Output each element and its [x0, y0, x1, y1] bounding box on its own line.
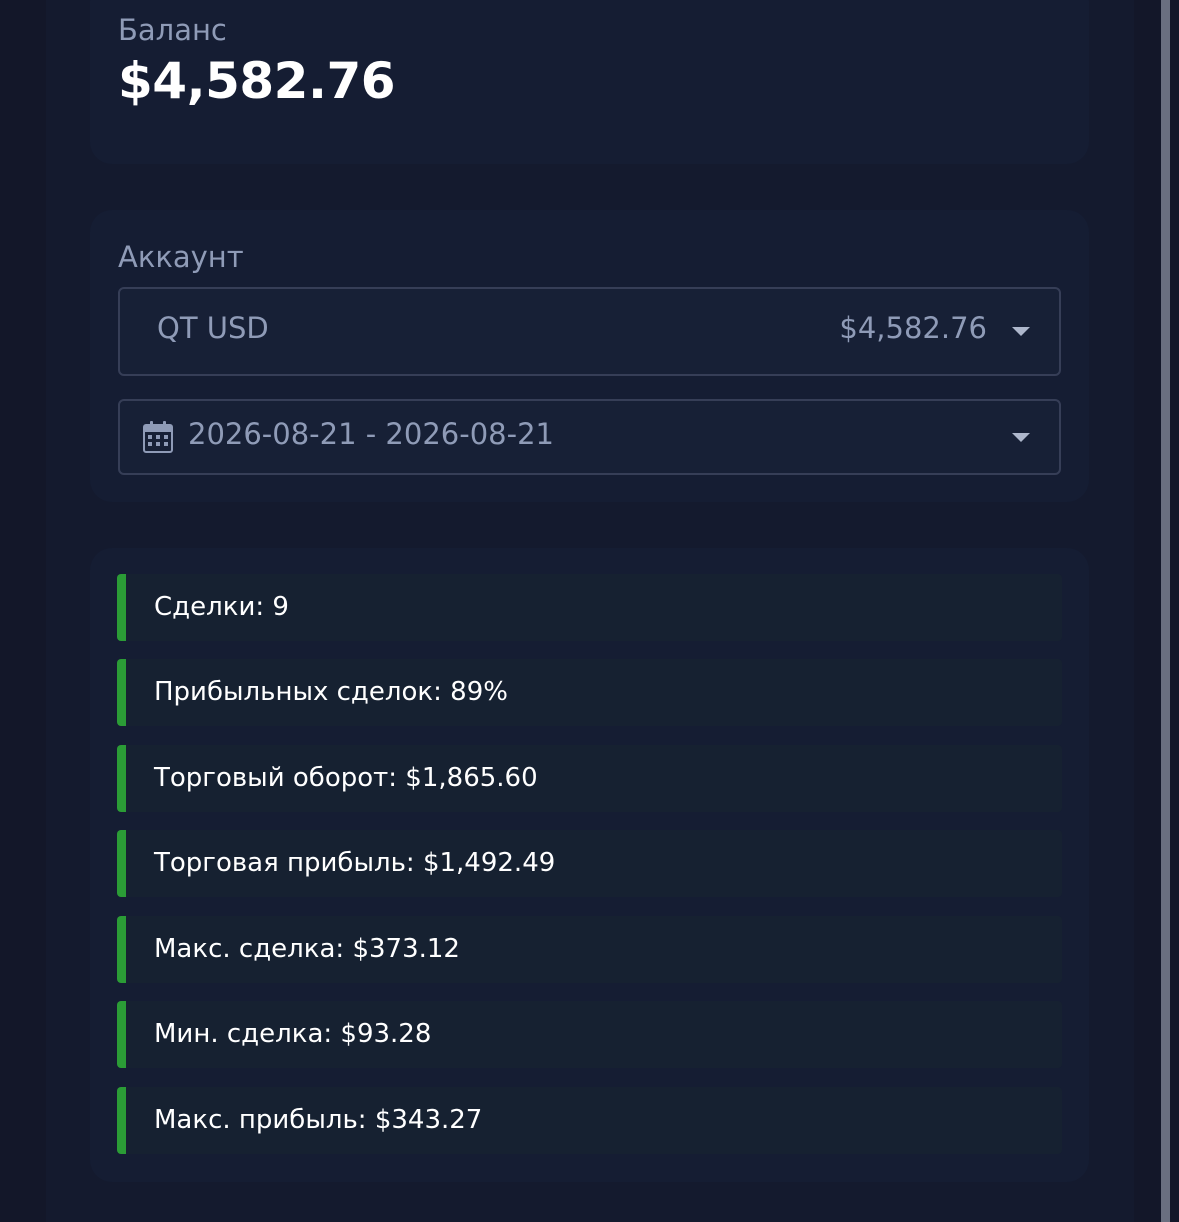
stat-trading-turnover: Торговый оборот: $1,865.60: [117, 745, 1062, 812]
caret-down-icon: [1012, 327, 1030, 336]
balance-card: Баланс $4,582.76: [90, 0, 1089, 164]
stat-trading-profit: Торговая прибыль: $1,492.49: [117, 830, 1062, 897]
stat-trades: Сделки: 9: [117, 574, 1062, 641]
date-range-select[interactable]: 2026-08-21 - 2026-08-21: [118, 399, 1061, 475]
account-card: Аккаунт QT USD $4,582.76 2026-08-21 - 20…: [90, 210, 1089, 502]
balance-value: $4,582.76: [118, 52, 396, 110]
stat-max-profit: Макс. прибыль: $343.27: [117, 1087, 1062, 1154]
account-name: QT USD: [157, 311, 269, 345]
calendar-icon: [143, 421, 173, 453]
stat-min-trade: Мин. сделка: $93.28: [117, 1001, 1062, 1068]
caret-down-icon: [1012, 433, 1030, 442]
account-label: Аккаунт: [118, 240, 244, 274]
page: Баланс $4,582.76 Аккаунт QT USD $4,582.7…: [0, 0, 1179, 1222]
account-select[interactable]: QT USD $4,582.76: [118, 287, 1061, 376]
scrollbar[interactable]: [1161, 0, 1170, 1222]
account-balance: $4,582.76: [839, 311, 987, 345]
balance-label: Баланс: [118, 13, 227, 47]
stat-max-trade: Макс. сделка: $373.12: [117, 916, 1062, 983]
stat-profitable-trades: Прибыльных сделок: 89%: [117, 659, 1062, 726]
stats-card: Сделки: 9 Прибыльных сделок: 89% Торговы…: [90, 548, 1089, 1182]
date-range-text: 2026-08-21 - 2026-08-21: [188, 417, 554, 451]
